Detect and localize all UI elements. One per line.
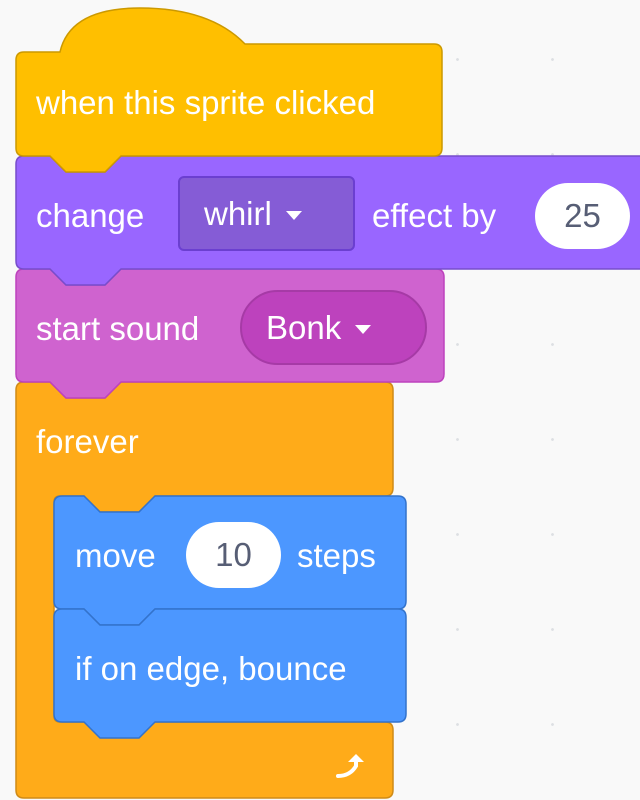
forever-block-label[interactable]: forever — [36, 425, 139, 458]
sound-dropdown[interactable]: Bonk — [240, 290, 427, 365]
sound-dropdown-value: Bonk — [266, 308, 342, 346]
steps-label: steps — [297, 537, 376, 574]
chevron-down-icon — [285, 211, 302, 220]
effect-dropdown-value: whirl — [204, 194, 272, 232]
effect-dropdown[interactable]: whirl — [178, 176, 355, 251]
effect-by-label: effect by — [372, 197, 497, 234]
steps-input[interactable]: 10 — [186, 522, 281, 588]
script-area: when this sprite clicked change whirl ef… — [0, 0, 640, 800]
effect-amount-input[interactable]: 25 — [535, 183, 630, 249]
sound-block-label[interactable]: start sound — [36, 312, 199, 345]
chevron-down-icon — [355, 325, 372, 334]
hat-block-label[interactable]: when this sprite clicked — [36, 86, 375, 119]
looks-block-label[interactable]: change — [36, 199, 144, 232]
bounce-block-label[interactable]: if on edge, bounce — [75, 652, 347, 685]
move-block-label[interactable]: move — [75, 539, 156, 572]
